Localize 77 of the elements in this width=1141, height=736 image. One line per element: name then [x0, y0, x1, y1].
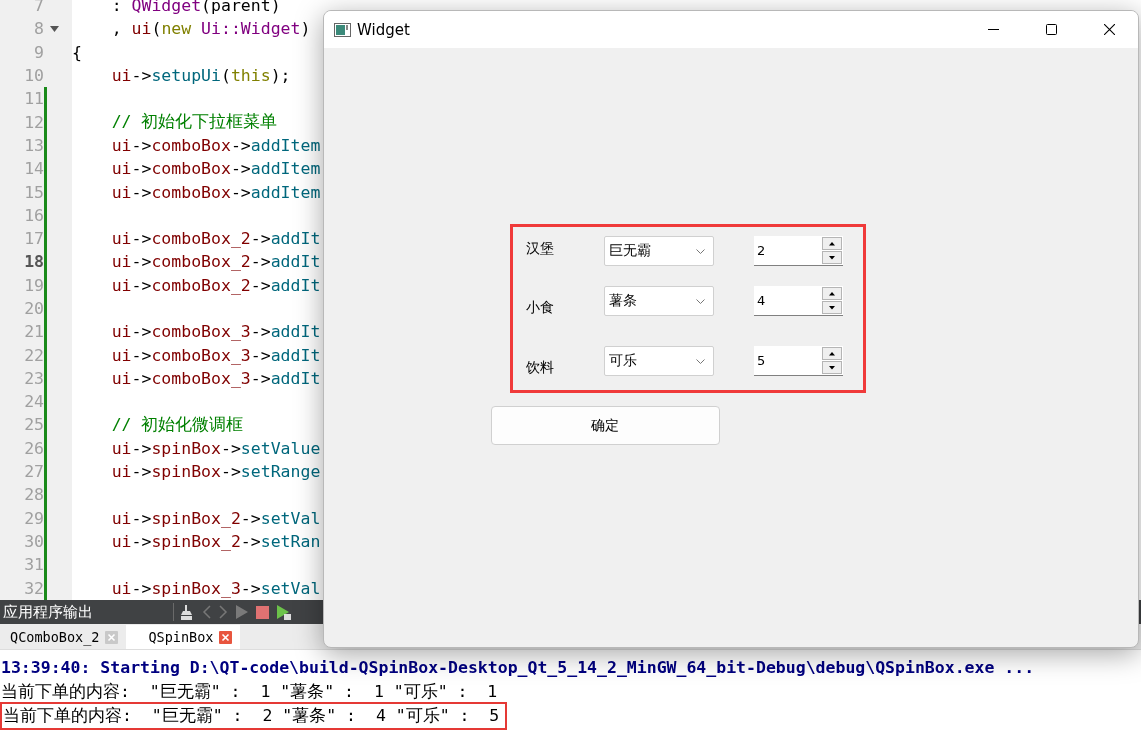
code-line: ui->spinBox_2->setRan [111, 531, 321, 551]
line-number: 16 [24, 205, 44, 225]
code-line: ui->comboBox->addItem [111, 182, 321, 202]
code-line: ui->comboBox_2->addIt [111, 229, 321, 249]
window-title: Widget [357, 20, 411, 39]
spin-box[interactable]: 5 [754, 346, 843, 376]
spin-down-button[interactable] [822, 300, 842, 314]
code-line: ui->comboBox_2->addIt [111, 252, 321, 272]
line-number: 29 [24, 508, 44, 528]
combo-box[interactable]: 可乐 [604, 346, 714, 376]
line-number: 18 [24, 252, 44, 272]
spin-down-button[interactable] [822, 360, 842, 374]
debug-run-icon[interactable] [277, 604, 291, 620]
line-number: 10 [24, 66, 44, 86]
line-number: 14 [24, 159, 44, 179]
output-status-line: 13:39:40: Starting D:\QT-code\build-QSpinBox-Desktop_Qt_5_14_2_MinGW_64_bit-Debug\debug\QSpinBox.exe ... [0, 657, 1035, 679]
maximize-icon[interactable] [1045, 24, 1057, 35]
code-line: ui->spinBox->setRange [111, 462, 321, 482]
code-line: ui->comboBox_2->addIt [111, 275, 321, 295]
close-icon[interactable] [1103, 24, 1115, 35]
line-number: 26 [24, 438, 44, 458]
stop-icon[interactable] [256, 605, 269, 619]
line-number: 12 [24, 112, 44, 132]
line-number: 20 [24, 299, 44, 318]
line-number: 8 [34, 19, 44, 39]
line-number: 7 [34, 0, 44, 16]
code-line: ui->setupUi(this); [111, 66, 291, 86]
line-number: 28 [24, 485, 44, 505]
field-label: 小食 [526, 298, 555, 317]
code-comment: // 初始化微调框 [111, 414, 244, 436]
line-number: 11 [24, 89, 44, 109]
line-number: 23 [24, 368, 44, 388]
line-number: 19 [24, 275, 44, 295]
output-tab[interactable]: QSpinBox [126, 625, 241, 649]
code-line: , ui(new Ui::Widget) [111, 19, 311, 39]
field-label: 汉堡 [526, 239, 555, 258]
output-line: 当前下单的内容: "巨无霸" : 1 "薯条" : 1 "可乐" : 1 [0, 680, 498, 703]
code-line: ui->spinBox_2->setVal [111, 508, 321, 528]
dropdown-caret-icon [696, 298, 705, 304]
field-label: 饮料 [526, 358, 555, 377]
spin-up-button[interactable] [822, 236, 842, 250]
combo-box[interactable]: 薯条 [604, 286, 714, 316]
code-line: ui->comboBox->addItem [111, 159, 321, 179]
window-app-icon [334, 22, 351, 37]
code-comment: // 初始化下拉框菜单 [111, 111, 278, 134]
code-line: ui->comboBox->addItem [111, 135, 321, 155]
code-line: ui->comboBox_3->addIt [111, 322, 321, 342]
fold-caret-icon[interactable] [49, 25, 59, 32]
code-line: ui->comboBox_3->addIt [111, 345, 321, 365]
line-number: 17 [24, 229, 44, 249]
dropdown-caret-icon [696, 248, 705, 254]
code-line: ui->spinBox->setValue [111, 438, 321, 458]
spin-box[interactable]: 4 [754, 286, 843, 316]
code-line: ui->comboBox_3->addIt [111, 368, 321, 388]
spin-box[interactable]: 2 [754, 236, 843, 266]
confirm-button[interactable]: 确定 [490, 406, 720, 445]
line-number: 31 [24, 555, 44, 575]
spin-up-button[interactable] [822, 346, 842, 360]
dropdown-caret-icon [696, 358, 705, 364]
spin-down-button[interactable] [822, 250, 842, 264]
line-number: 25 [24, 415, 44, 435]
line-number: 13 [24, 135, 44, 155]
line-number: 21 [24, 322, 44, 342]
code-line: ui->spinBox_3->setVal [111, 578, 321, 598]
pane-title: 应用程序输出 [2, 602, 94, 622]
line-number: 27 [24, 462, 44, 482]
combo-box[interactable]: 巨无霸 [604, 236, 714, 266]
minimize-icon[interactable] [987, 29, 999, 30]
code-line: { [72, 42, 82, 62]
spin-up-button[interactable] [822, 286, 842, 300]
line-number: 30 [24, 531, 44, 551]
line-number: 9 [34, 42, 44, 62]
line-number: 24 [24, 392, 44, 412]
line-number: 32 [24, 578, 44, 598]
line-number: 15 [24, 182, 44, 202]
line-number: 22 [24, 345, 44, 365]
clear-broom-icon[interactable] [180, 604, 194, 620]
